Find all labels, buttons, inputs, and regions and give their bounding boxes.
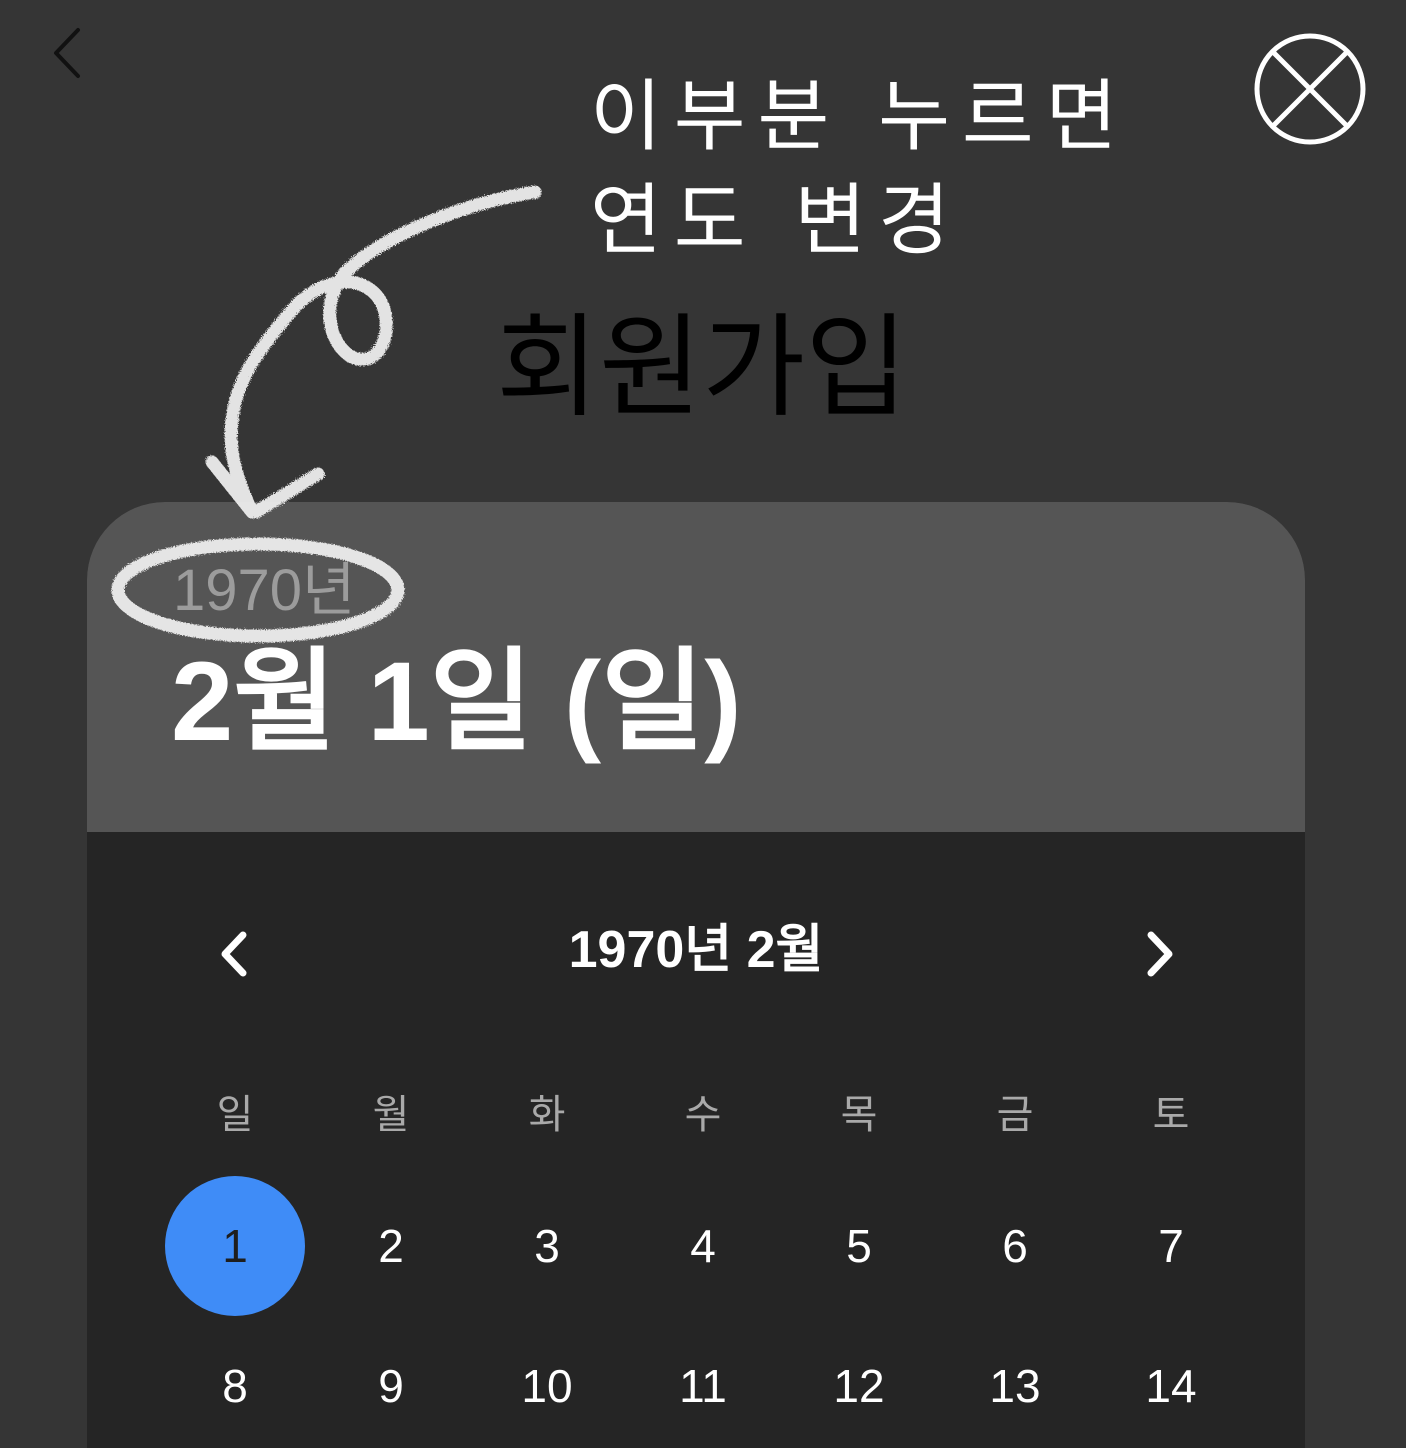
calendar-day[interactable]: 14	[1093, 1316, 1249, 1448]
annotation-text-line-1: 이부분 누르면	[590, 72, 1130, 162]
day-number: 14	[1145, 1360, 1197, 1412]
calendar-day[interactable]: 2	[313, 1176, 469, 1316]
date-picker-dialog: 1970년 2월 1일 (일) 1970년 2월 일 월 화 수 목 금 토 1…	[87, 502, 1305, 1448]
date-picker-header: 1970년 2월 1일 (일)	[87, 502, 1305, 832]
weekday-saturday: 토	[1152, 1092, 1190, 1138]
day-number: 9	[378, 1360, 404, 1412]
circle-x-icon	[1254, 33, 1366, 145]
day-number: 12	[833, 1360, 885, 1412]
weekday-sunday: 일	[216, 1092, 254, 1138]
page-title: 회원가입	[496, 303, 909, 433]
weekday-thursday: 목	[840, 1092, 878, 1138]
calendar-day[interactable]: 5	[781, 1176, 937, 1316]
calendar-day[interactable]: 13	[937, 1316, 1093, 1448]
chevron-left-icon	[54, 28, 80, 78]
day-number: 1	[165, 1176, 305, 1316]
day-number: 7	[1158, 1220, 1184, 1272]
calendar-day-selected[interactable]: 1	[157, 1176, 313, 1316]
calendar-day[interactable]: 7	[1093, 1176, 1249, 1316]
year-selector[interactable]: 1970년	[173, 562, 355, 620]
day-number: 8	[222, 1360, 248, 1412]
calendar-day[interactable]: 4	[625, 1176, 781, 1316]
weekday-tuesday: 화	[528, 1092, 566, 1138]
calendar-week-row: 1 2 3 4 5 6 7	[157, 1176, 1249, 1316]
day-number: 6	[1002, 1220, 1028, 1272]
weekday-header-row: 일 월 화 수 목 금 토	[157, 1087, 1249, 1143]
annotation-text-line-2: 연도 변경	[590, 176, 962, 266]
day-number: 4	[690, 1220, 716, 1272]
selected-date-display: 2월 1일 (일)	[171, 639, 742, 764]
calendar-day[interactable]: 9	[313, 1316, 469, 1448]
day-number: 11	[679, 1360, 727, 1412]
calendar-day[interactable]: 3	[469, 1176, 625, 1316]
day-number: 3	[534, 1220, 560, 1272]
calendar-day[interactable]: 10	[469, 1316, 625, 1448]
weekday-monday: 월	[372, 1092, 410, 1138]
weekday-wednesday: 수	[684, 1092, 722, 1138]
day-number: 2	[378, 1220, 404, 1272]
calendar-day[interactable]: 12	[781, 1316, 937, 1448]
weekday-friday: 금	[996, 1092, 1034, 1138]
day-number: 10	[521, 1360, 573, 1412]
close-button[interactable]	[1252, 31, 1368, 147]
calendar-day[interactable]: 11	[625, 1316, 781, 1448]
next-month-button[interactable]	[1135, 927, 1183, 981]
calendar-week-row: 8 9 10 11 12 13 14	[157, 1316, 1249, 1448]
calendar-day[interactable]: 8	[157, 1316, 313, 1448]
annotation-arrow-stroke	[224, 185, 542, 515]
day-number: 13	[989, 1360, 1041, 1412]
back-button[interactable]	[40, 22, 100, 86]
chevron-right-icon	[1147, 931, 1173, 977]
calendar-day[interactable]: 6	[937, 1176, 1093, 1316]
day-number: 5	[846, 1220, 872, 1272]
month-title: 1970년 2월	[568, 921, 824, 979]
